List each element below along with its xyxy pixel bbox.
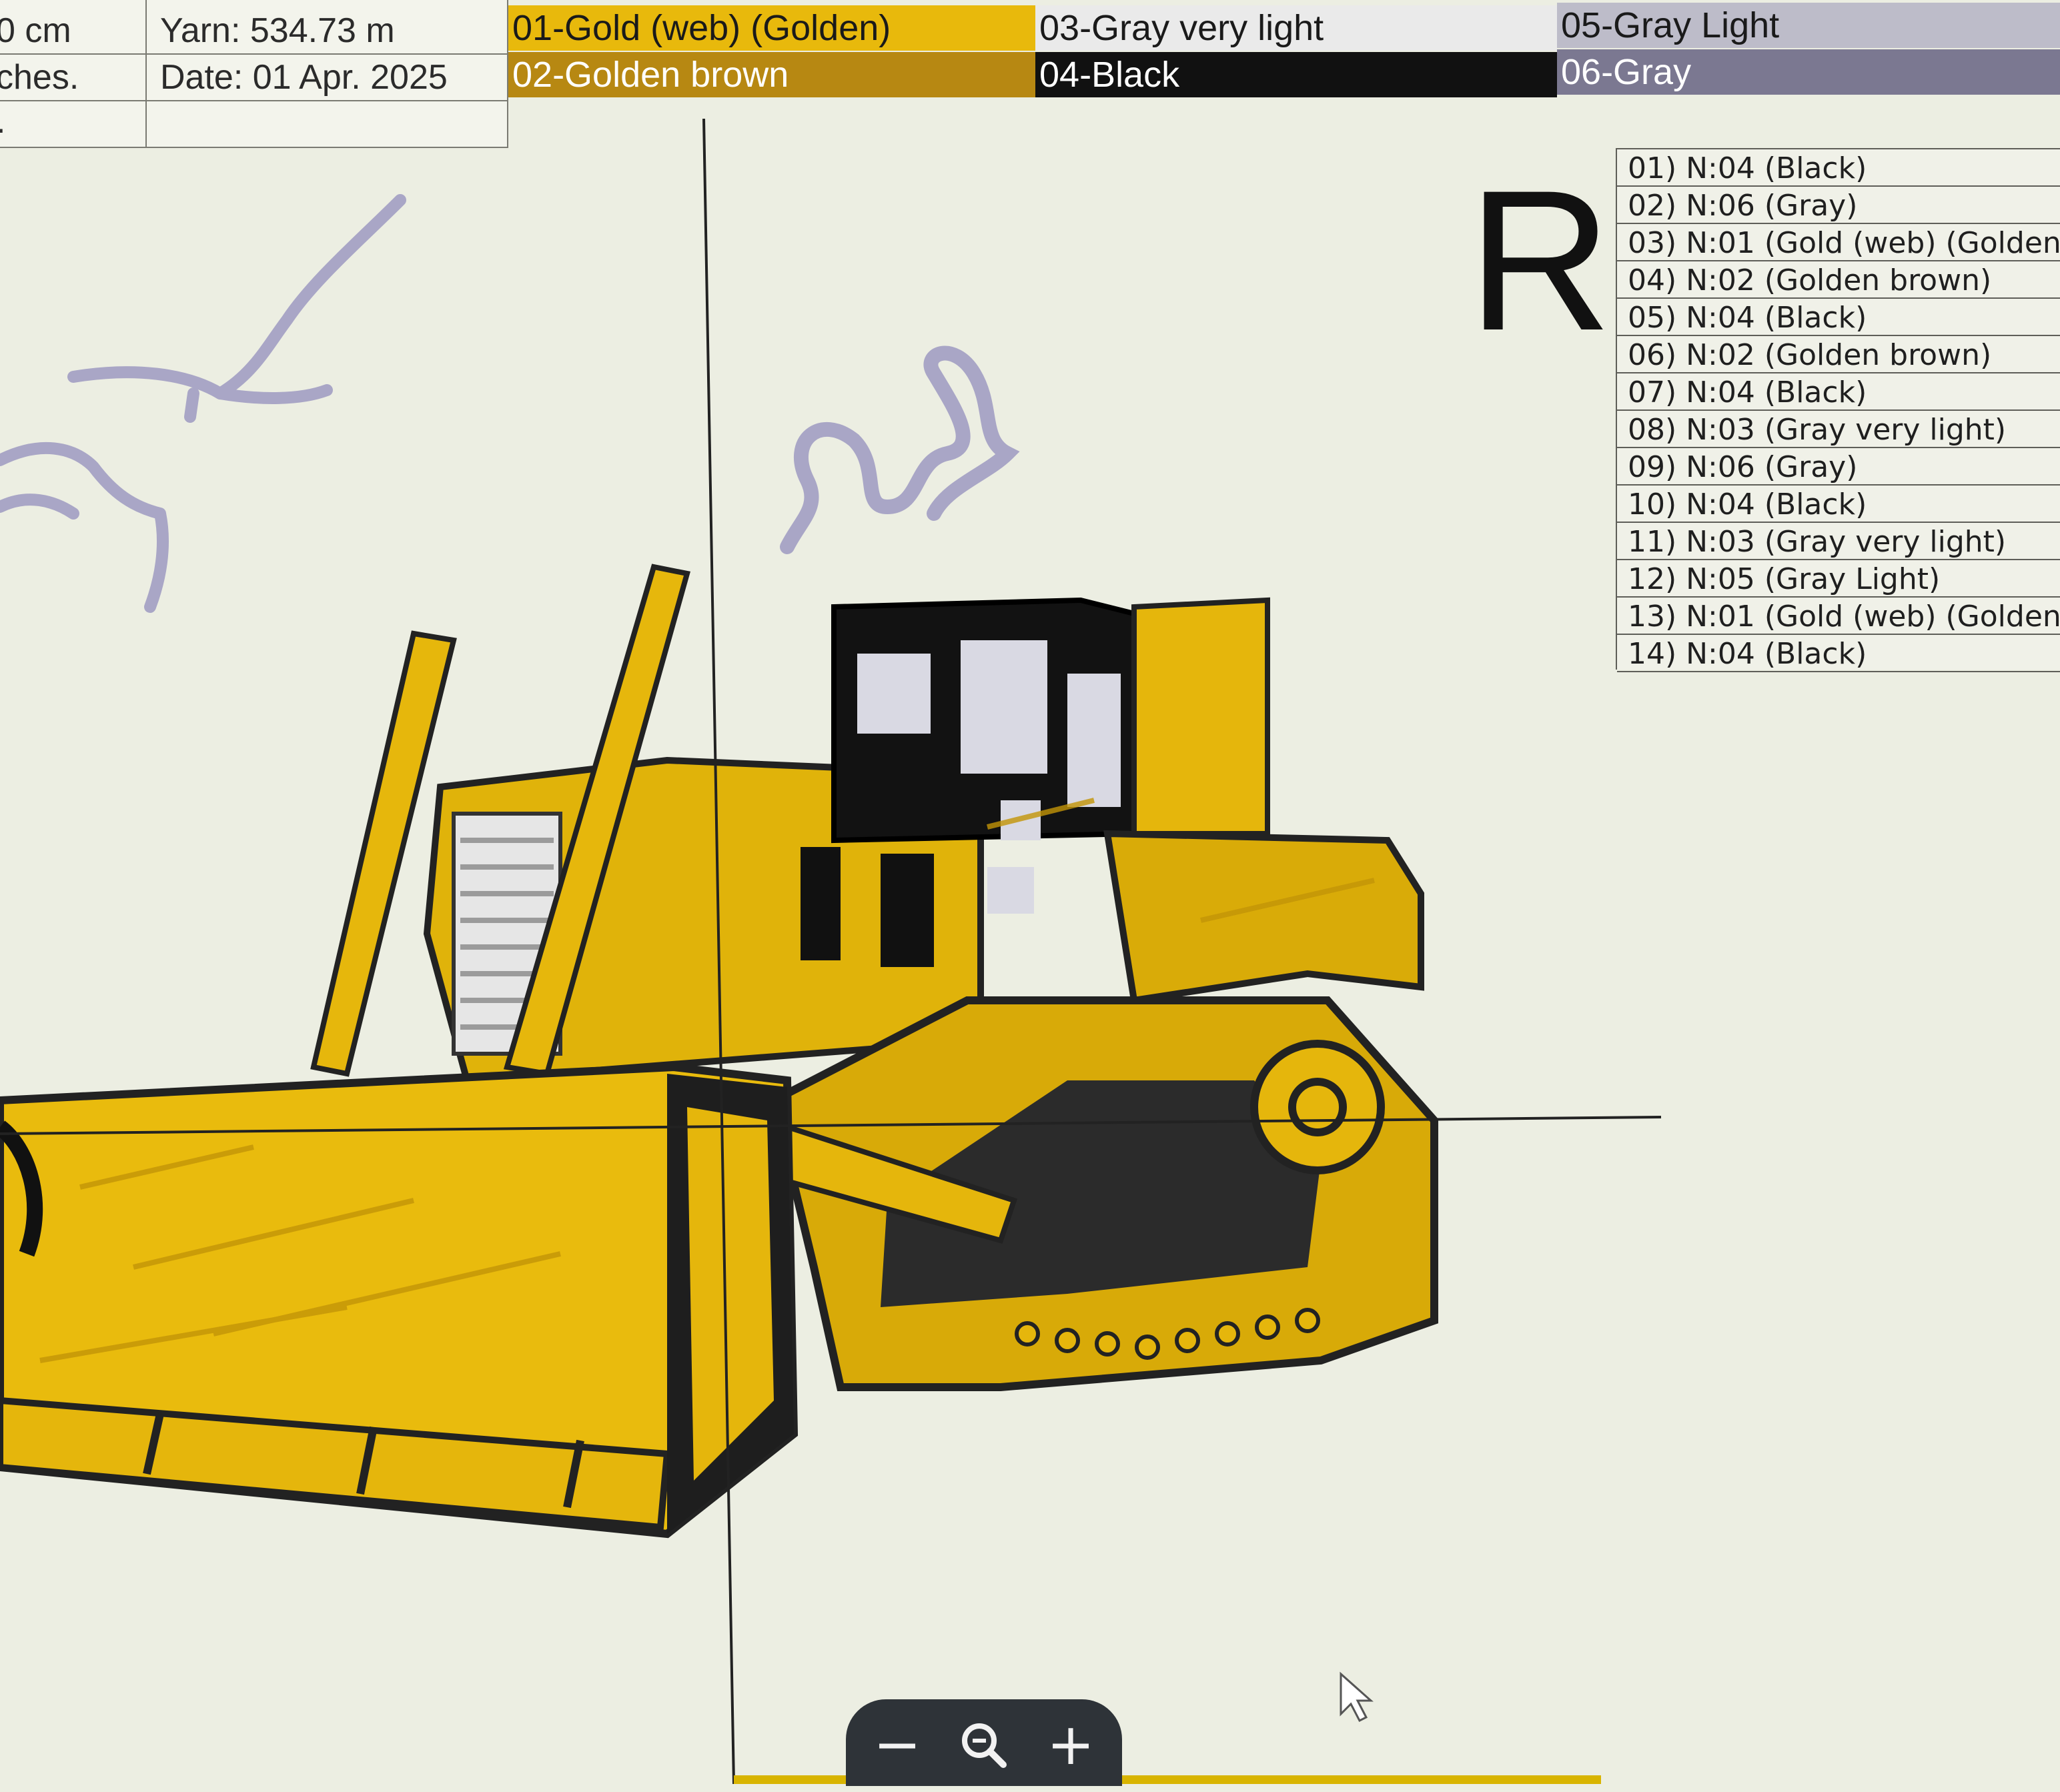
sequence-item: 08) N:03 (Gray very light) [1617, 411, 2060, 448]
bulldozer-embroidery [0, 564, 1438, 1539]
sequence-item: 09) N:06 (Gray) [1617, 448, 2060, 486]
mouse-cursor-icon [1340, 1671, 1374, 1723]
sequence-item: 07) N:04 (Black) [1617, 373, 2060, 411]
sequence-item: 13) N:01 (Gold (web) (Golden) [1617, 598, 2060, 635]
magnifier-icon[interactable] [947, 1711, 1021, 1778]
orientation-mark: R [1468, 148, 1612, 372]
smoke-embroidery [780, 345, 1020, 554]
sequence-item: 02) N:06 (Gray) [1617, 187, 2060, 224]
sequence-item: 12) N:05 (Gray Light) [1617, 560, 2060, 598]
sequence-item: 01) N:04 (Black) [1617, 149, 2060, 187]
sequence-item: 04) N:02 (Golden brown) [1617, 261, 2060, 299]
sequence-item: 03) N:01 (Gold (web) (Golden) [1617, 224, 2060, 261]
zoom-in-button[interactable]: + [1034, 1711, 1107, 1778]
zoom-out-button[interactable]: − [861, 1711, 934, 1778]
sequence-item: 11) N:03 (Gray very light) [1617, 523, 2060, 560]
sequence-item: 05) N:04 (Black) [1617, 299, 2060, 336]
sequence-item: 10) N:04 (Black) [1617, 486, 2060, 523]
sequence-item: 14) N:04 (Black) [1617, 635, 2060, 672]
sequence-item: 06) N:02 (Golden brown) [1617, 336, 2060, 373]
seagull-embroidery [0, 194, 406, 613]
zoom-control-bar: − + [846, 1699, 1122, 1786]
stitch-sequence-legend: 01) N:04 (Black) 02) N:06 (Gray) 03) N:0… [1616, 148, 2060, 672]
